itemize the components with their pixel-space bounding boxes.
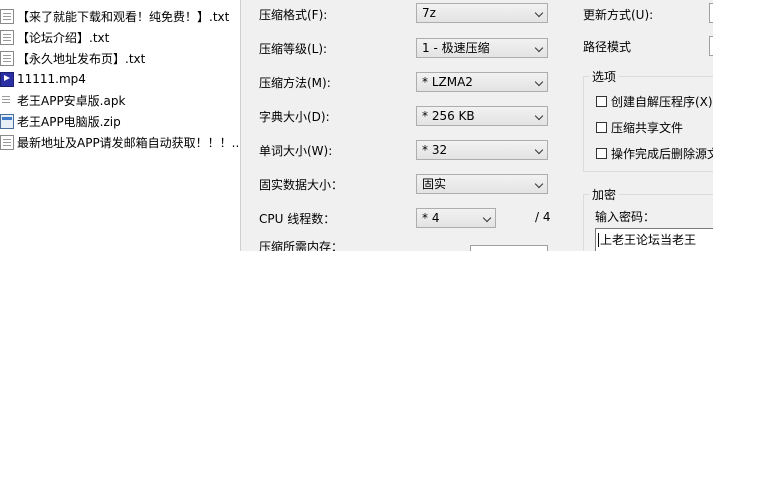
memory-value-box	[470, 245, 548, 251]
level-label: 压缩等级(L):	[259, 42, 328, 56]
memory-label: 压缩所需内存：	[259, 240, 344, 251]
file-item[interactable]: 11111.mp4	[0, 69, 240, 89]
file-name: 老王APP电脑版.zip	[17, 114, 121, 129]
level-value: 1 - 极速压缩	[422, 41, 490, 55]
compress-dialog: 压缩格式(F): 压缩等级(L): 压缩方法(M): 字典大小(D): 单词大小…	[240, 0, 713, 251]
sfx-checkbox[interactable]	[596, 96, 607, 107]
dict-size-label: 字典大小(D):	[259, 110, 330, 124]
dict-size-value: * 256 KB	[422, 109, 475, 123]
path-mode-label: 路径模式	[583, 40, 632, 54]
chevron-down-icon	[534, 145, 544, 155]
shared-option[interactable]: 压缩共享文件	[596, 119, 683, 136]
solid-size-value: 固实	[422, 177, 447, 191]
word-size-label: 单词大小(W):	[259, 144, 333, 158]
format-select[interactable]: 7z	[416, 3, 548, 23]
sfx-label: 创建自解压程序(X)	[611, 95, 713, 109]
chevron-down-icon	[534, 43, 544, 53]
word-size-select[interactable]: * 32	[416, 140, 548, 160]
chevron-down-icon	[534, 8, 544, 18]
file-name: 最新地址及APP请发邮箱自动获取！！！...	[17, 135, 240, 150]
password-value: 上老王论坛当老王	[600, 233, 697, 247]
file-name: 11111.mp4	[17, 72, 86, 86]
delete-after-checkbox[interactable]	[596, 148, 607, 159]
threads-total: / 4	[535, 210, 551, 224]
file-item[interactable]: 【永久地址发布页】.txt	[0, 48, 240, 68]
shared-label: 压缩共享文件	[611, 121, 684, 135]
dict-size-select[interactable]: * 256 KB	[416, 106, 548, 126]
threads-label: CPU 线程数：	[259, 212, 336, 226]
method-label: 压缩方法(M):	[259, 76, 331, 90]
file-item[interactable]: 老王APP电脑版.zip	[0, 111, 240, 131]
update-mode-select[interactable]	[709, 3, 713, 23]
format-label: 压缩格式(F):	[259, 8, 328, 22]
file-name: 【论坛介绍】.txt	[17, 30, 110, 45]
threads-select[interactable]: * 4	[416, 208, 496, 228]
chevron-down-icon	[534, 179, 544, 189]
encryption-title: 加密	[589, 186, 620, 203]
solid-size-select[interactable]: 固实	[416, 174, 548, 194]
text-caret	[598, 233, 599, 247]
delete-after-label: 操作完成后删除源文	[611, 147, 713, 161]
file-item[interactable]: 老王APP安卓版.apk	[0, 90, 240, 110]
path-mode-select[interactable]	[709, 36, 713, 56]
txt-file-icon	[0, 134, 14, 150]
shared-checkbox[interactable]	[596, 122, 607, 133]
word-size-value: * 32	[422, 143, 448, 157]
txt-file-icon	[0, 50, 14, 66]
options-title: 选项	[589, 68, 620, 85]
file-item[interactable]: 【来了就能下载和观看！纯免费！】.txt	[0, 6, 240, 26]
file-list: 【来了就能下载和观看！纯免费！】.txt 【论坛介绍】.txt 【永久地址发布页…	[0, 0, 240, 152]
threads-value: * 4	[422, 211, 440, 225]
update-mode-label: 更新方式(U):	[583, 8, 654, 22]
file-name: 【来了就能下载和观看！纯免费！】.txt	[17, 9, 230, 24]
solid-size-label: 固实数据大小：	[259, 178, 344, 192]
file-item[interactable]: 最新地址及APP请发邮箱自动获取！！！...	[0, 132, 240, 152]
zip-file-icon	[0, 113, 14, 129]
password-label: 输入密码：	[595, 210, 656, 224]
file-name: 【永久地址发布页】.txt	[17, 51, 146, 66]
sfx-option[interactable]: 创建自解压程序(X)	[596, 93, 713, 110]
video-file-icon	[0, 71, 14, 87]
format-value: 7z	[422, 6, 436, 20]
chevron-down-icon	[482, 213, 492, 223]
txt-file-icon	[0, 29, 14, 45]
password-input[interactable]: 上老王论坛当老王	[595, 228, 713, 251]
level-select[interactable]: 1 - 极速压缩	[416, 38, 548, 58]
method-value: * LZMA2	[422, 75, 473, 89]
file-name: 老王APP安卓版.apk	[17, 93, 126, 108]
file-item[interactable]: 【论坛介绍】.txt	[0, 27, 240, 47]
chevron-down-icon	[534, 111, 544, 121]
method-select[interactable]: * LZMA2	[416, 72, 548, 92]
delete-after-option[interactable]: 操作完成后删除源文	[596, 145, 713, 162]
chevron-down-icon	[534, 77, 544, 87]
txt-file-icon	[0, 8, 14, 24]
